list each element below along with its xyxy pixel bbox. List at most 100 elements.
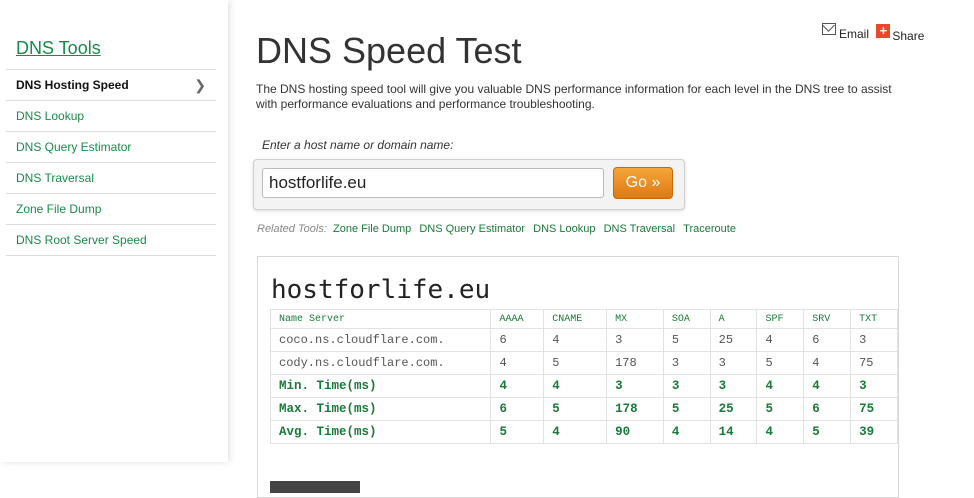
sidebar-nav: DNS Hosting Speed ❯ DNS Lookup DNS Query… [6,69,216,256]
table-cell: 4 [543,328,608,352]
table-cell: 90 [606,420,664,444]
related-tools: Related Tools: Zone File Dump DNS Query … [257,223,738,235]
sidebar-item-zone-file-dump[interactable]: Zone File Dump [6,194,216,225]
column-header: MX [606,309,664,329]
go-button[interactable]: Go » [613,167,673,199]
related-link-dns-lookup[interactable]: DNS Lookup [533,223,595,235]
sidebar-item-label: Zone File Dump [16,202,102,216]
table-cell: 4 [543,374,608,398]
table-cell: 25 [709,397,758,421]
table-cell: coco.ns.cloudflare.com. [269,328,492,352]
email-label: Email [839,27,870,41]
table-cell: 178 [606,351,664,375]
table-cell: 14 [709,420,758,444]
sidebar-item-label: DNS Root Server Speed [16,233,147,247]
column-header: SPF [756,309,805,329]
sidebar-item-dns-traversal[interactable]: DNS Traversal [6,163,216,194]
table-cell: 3 [850,328,898,352]
table-cell: 4 [756,374,805,398]
sidebar-item-label: DNS Lookup [16,109,85,123]
table-cell: 75 [850,397,898,421]
table-header-row: Name Server AAAA CNAME MX SOA A SPF SRV … [269,309,898,329]
stats-row-avg: Avg. Time(ms) 5 4 90 4 14 4 5 39 [269,420,898,444]
table-cell: 178 [606,397,664,421]
table-cell: 3 [850,374,898,398]
sidebar-item-dns-lookup[interactable]: DNS Lookup [6,101,216,132]
table-cell: 5 [543,351,608,375]
related-link-traceroute[interactable]: Traceroute [683,223,736,235]
related-tools-prefix: Related Tools: [257,223,327,235]
table-cell: 6 [490,397,545,421]
table-cell: 4 [662,420,711,444]
column-header: AAAA [490,309,545,329]
share-link[interactable]: + Share [876,24,924,43]
related-link-zone-file-dump[interactable]: Zone File Dump [333,223,411,235]
table-cell: Avg. Time(ms) [269,420,492,444]
plus-icon: + [876,24,891,38]
column-header: Name Server [269,309,492,329]
sidebar-item-label: DNS Traversal [16,171,95,185]
next-section-heading-cropped [270,481,360,493]
table-cell: 5 [756,397,805,421]
table-cell: 4 [490,351,545,375]
table-cell: 3 [709,351,758,375]
related-link-dns-query-estimator[interactable]: DNS Query Estimator [419,223,525,235]
chevron-right-icon: ❯ [194,77,206,93]
sidebar-item-dns-query-estimator[interactable]: DNS Query Estimator [6,132,216,163]
sidebar-item-label: DNS Query Estimator [16,140,132,154]
host-form: Go » [253,159,685,210]
table-cell: 3 [606,374,664,398]
stats-row-min: Min. Time(ms) 4 4 3 3 3 4 4 3 [269,374,898,398]
table-cell: 3 [662,351,711,375]
sidebar-item-dns-root-server-speed[interactable]: DNS Root Server Speed [6,225,216,256]
results-table: Name Server AAAA CNAME MX SOA A SPF SRV … [269,309,898,444]
column-header: TXT [850,309,898,329]
result-host-title: hostforlife.eu [271,275,491,305]
table-cell: 3 [606,328,664,352]
table-row: cody.ns.cloudflare.com. 4 5 178 3 3 5 4 … [269,351,898,375]
page-description: The DNS hosting speed tool will give you… [256,82,892,111]
sidebar-item-dns-hosting-speed[interactable]: DNS Hosting Speed ❯ [6,70,216,101]
table-cell: 4 [543,420,608,444]
page-title: DNS Speed Test [256,30,522,71]
table-cell: 4 [803,351,852,375]
column-header: SRV [803,309,852,329]
table-cell: 6 [490,328,545,352]
share-label: Share [892,29,925,43]
table-cell: 25 [709,328,758,352]
table-cell: 5 [490,420,545,444]
column-header: A [709,309,758,329]
column-header: CNAME [543,309,608,329]
table-cell: 5 [756,351,805,375]
table-cell: 4 [803,374,852,398]
table-cell: 6 [803,397,852,421]
table-cell: 4 [756,420,805,444]
share-bar: Email + Share [822,22,928,43]
column-header: SOA [662,309,711,329]
envelope-icon [822,23,836,35]
table-cell: 39 [850,420,898,444]
table-cell: 3 [662,374,711,398]
related-link-dns-traversal[interactable]: DNS Traversal [604,223,676,235]
table-cell: 6 [803,328,852,352]
host-input[interactable] [262,168,604,198]
table-cell: 5 [662,328,711,352]
table-cell: Min. Time(ms) [269,374,492,398]
table-cell: 4 [756,328,805,352]
table-cell: 4 [490,374,545,398]
table-cell: cody.ns.cloudflare.com. [269,351,492,375]
table-cell: 3 [709,374,758,398]
table-cell: Max. Time(ms) [269,397,492,421]
result-panel: hostforlife.eu Name Server AAAA CNAME MX… [257,256,899,498]
sidebar-title-link[interactable]: DNS Tools [16,38,101,59]
table-cell: 75 [850,351,898,375]
sidebar-item-label: DNS Hosting Speed [16,78,129,92]
table-cell: 5 [662,397,711,421]
host-input-label: Enter a host name or domain name: [262,138,454,152]
table-row: coco.ns.cloudflare.com. 6 4 3 5 25 4 6 3 [269,328,898,352]
email-link[interactable]: Email [822,22,869,41]
table-cell: 5 [803,420,852,444]
stats-row-max: Max. Time(ms) 6 5 178 5 25 5 6 75 [269,397,898,421]
sidebar: DNS Tools DNS Hosting Speed ❯ DNS Lookup… [0,0,228,462]
table-cell: 5 [543,397,608,421]
